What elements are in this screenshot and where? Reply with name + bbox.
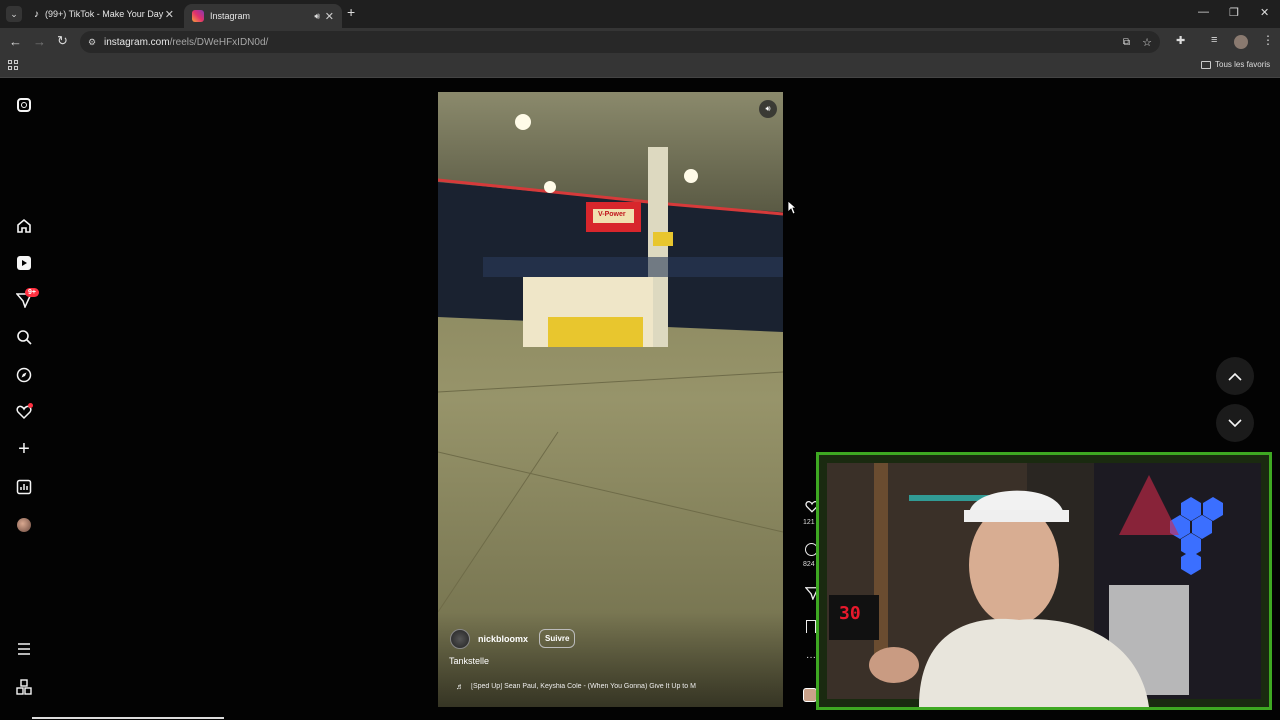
- next-reel-button[interactable]: [1216, 404, 1254, 442]
- author-username[interactable]: nickbloomx: [478, 634, 528, 644]
- tab-label: (99+) TikTok - Make Your Day: [45, 9, 164, 19]
- menu-icon[interactable]: ⋮: [1262, 33, 1274, 47]
- bookmarks-bar: Tous les favoris: [0, 56, 1280, 78]
- reel-caption: Tankstelle: [449, 656, 490, 666]
- sign-text: V-Power: [598, 211, 626, 218]
- bookmarks-label: Tous les favoris: [1215, 60, 1271, 69]
- webcam-overlay: 30: [816, 452, 1272, 710]
- timer-display: 30: [839, 603, 861, 624]
- tab-label: Instagram: [210, 11, 251, 21]
- instagram-logo-icon[interactable]: [15, 96, 33, 114]
- profile-avatar[interactable]: [15, 516, 33, 534]
- notification-dot: [28, 403, 33, 408]
- audio-playing-icon[interactable]: 🔊︎: [314, 11, 320, 22]
- page-scroll-indicator: [32, 717, 224, 719]
- apps-grid-icon[interactable]: [8, 60, 18, 70]
- close-icon[interactable]: ✕: [165, 8, 174, 21]
- notification-badge: 9+: [25, 288, 39, 297]
- address-domain: instagram.com: [104, 36, 170, 48]
- forward-icon[interactable]: →: [33, 34, 46, 49]
- caption-gradient: [438, 612, 783, 707]
- save-bookmark-icon[interactable]: [806, 620, 816, 633]
- comment-count: 824: [803, 561, 815, 568]
- window-close-icon[interactable]: ✕: [1260, 6, 1269, 19]
- extensions-icon[interactable]: ✚: [1176, 34, 1185, 47]
- music-note-icon: ♬: [456, 682, 464, 691]
- browser-toolbar: ← → ↻ ⚙ instagram.com/reels/DWeHFxIDN0d/…: [0, 28, 1280, 56]
- folder-icon: [1201, 60, 1211, 69]
- create-plus-icon[interactable]: +: [15, 438, 33, 460]
- explore-icon[interactable]: [15, 366, 33, 384]
- like-count: 121: [803, 519, 815, 526]
- follow-button[interactable]: Suivre: [539, 629, 576, 648]
- webcam-scene: [819, 455, 1269, 707]
- bookmark-star-icon[interactable]: ☆: [1142, 36, 1152, 49]
- install-app-icon[interactable]: ⧉: [1123, 37, 1130, 48]
- messages-icon[interactable]: 9+: [15, 288, 39, 309]
- reels-icon[interactable]: [15, 254, 33, 272]
- browser-tab-strip: ⌄ ♪ (99+) TikTok - Make Your Day ✕ Insta…: [0, 0, 1280, 28]
- reload-icon[interactable]: ↻: [57, 33, 68, 49]
- dashboard-icon[interactable]: [15, 478, 33, 496]
- more-options-icon[interactable]: ···: [806, 652, 816, 663]
- mute-button[interactable]: 🔊︎: [759, 100, 777, 118]
- site-info-icon[interactable]: ⚙: [88, 37, 96, 48]
- restore-icon[interactable]: ❐: [1229, 6, 1239, 19]
- meta-apps-icon[interactable]: [15, 678, 33, 696]
- address-path: /reels/DWeHFxIDN0d/: [169, 36, 269, 48]
- back-icon[interactable]: ←: [9, 34, 22, 49]
- previous-reel-button[interactable]: [1216, 357, 1254, 395]
- author-avatar[interactable]: [450, 629, 470, 649]
- minimize-icon[interactable]: —: [1198, 6, 1209, 18]
- more-menu-icon[interactable]: [15, 640, 33, 658]
- tab-tiktok[interactable]: ♪ (99+) TikTok - Make Your Day ✕: [26, 4, 182, 24]
- close-icon[interactable]: ✕: [325, 10, 334, 23]
- tab-search-button[interactable]: ⌄: [6, 6, 22, 22]
- mouse-cursor-icon: [787, 200, 797, 215]
- music-track[interactable]: [Sped Up] Sean Paul, Keyshia Cole - (Whe…: [471, 683, 716, 690]
- tiktok-icon: ♪: [34, 8, 39, 20]
- new-tab-button[interactable]: +: [347, 4, 355, 20]
- home-icon[interactable]: [15, 217, 33, 235]
- all-bookmarks-button[interactable]: Tous les favoris: [1201, 60, 1270, 69]
- instagram-favicon-icon: [192, 10, 204, 22]
- profile-avatar[interactable]: [1234, 35, 1248, 49]
- search-icon[interactable]: [15, 328, 33, 346]
- reel-video[interactable]: V-Power 🔊︎ nickbloomx Suivre Tankstelle …: [438, 92, 783, 707]
- notifications-heart-icon[interactable]: [15, 403, 33, 421]
- media-control-icon[interactable]: ≡: [1211, 34, 1217, 46]
- audio-thumbnail[interactable]: [803, 688, 817, 702]
- address-bar[interactable]: ⚙ instagram.com/reels/DWeHFxIDN0d/ ⧉ ☆: [80, 31, 1160, 53]
- tab-instagram[interactable]: Instagram 🔊︎ ✕: [184, 4, 342, 28]
